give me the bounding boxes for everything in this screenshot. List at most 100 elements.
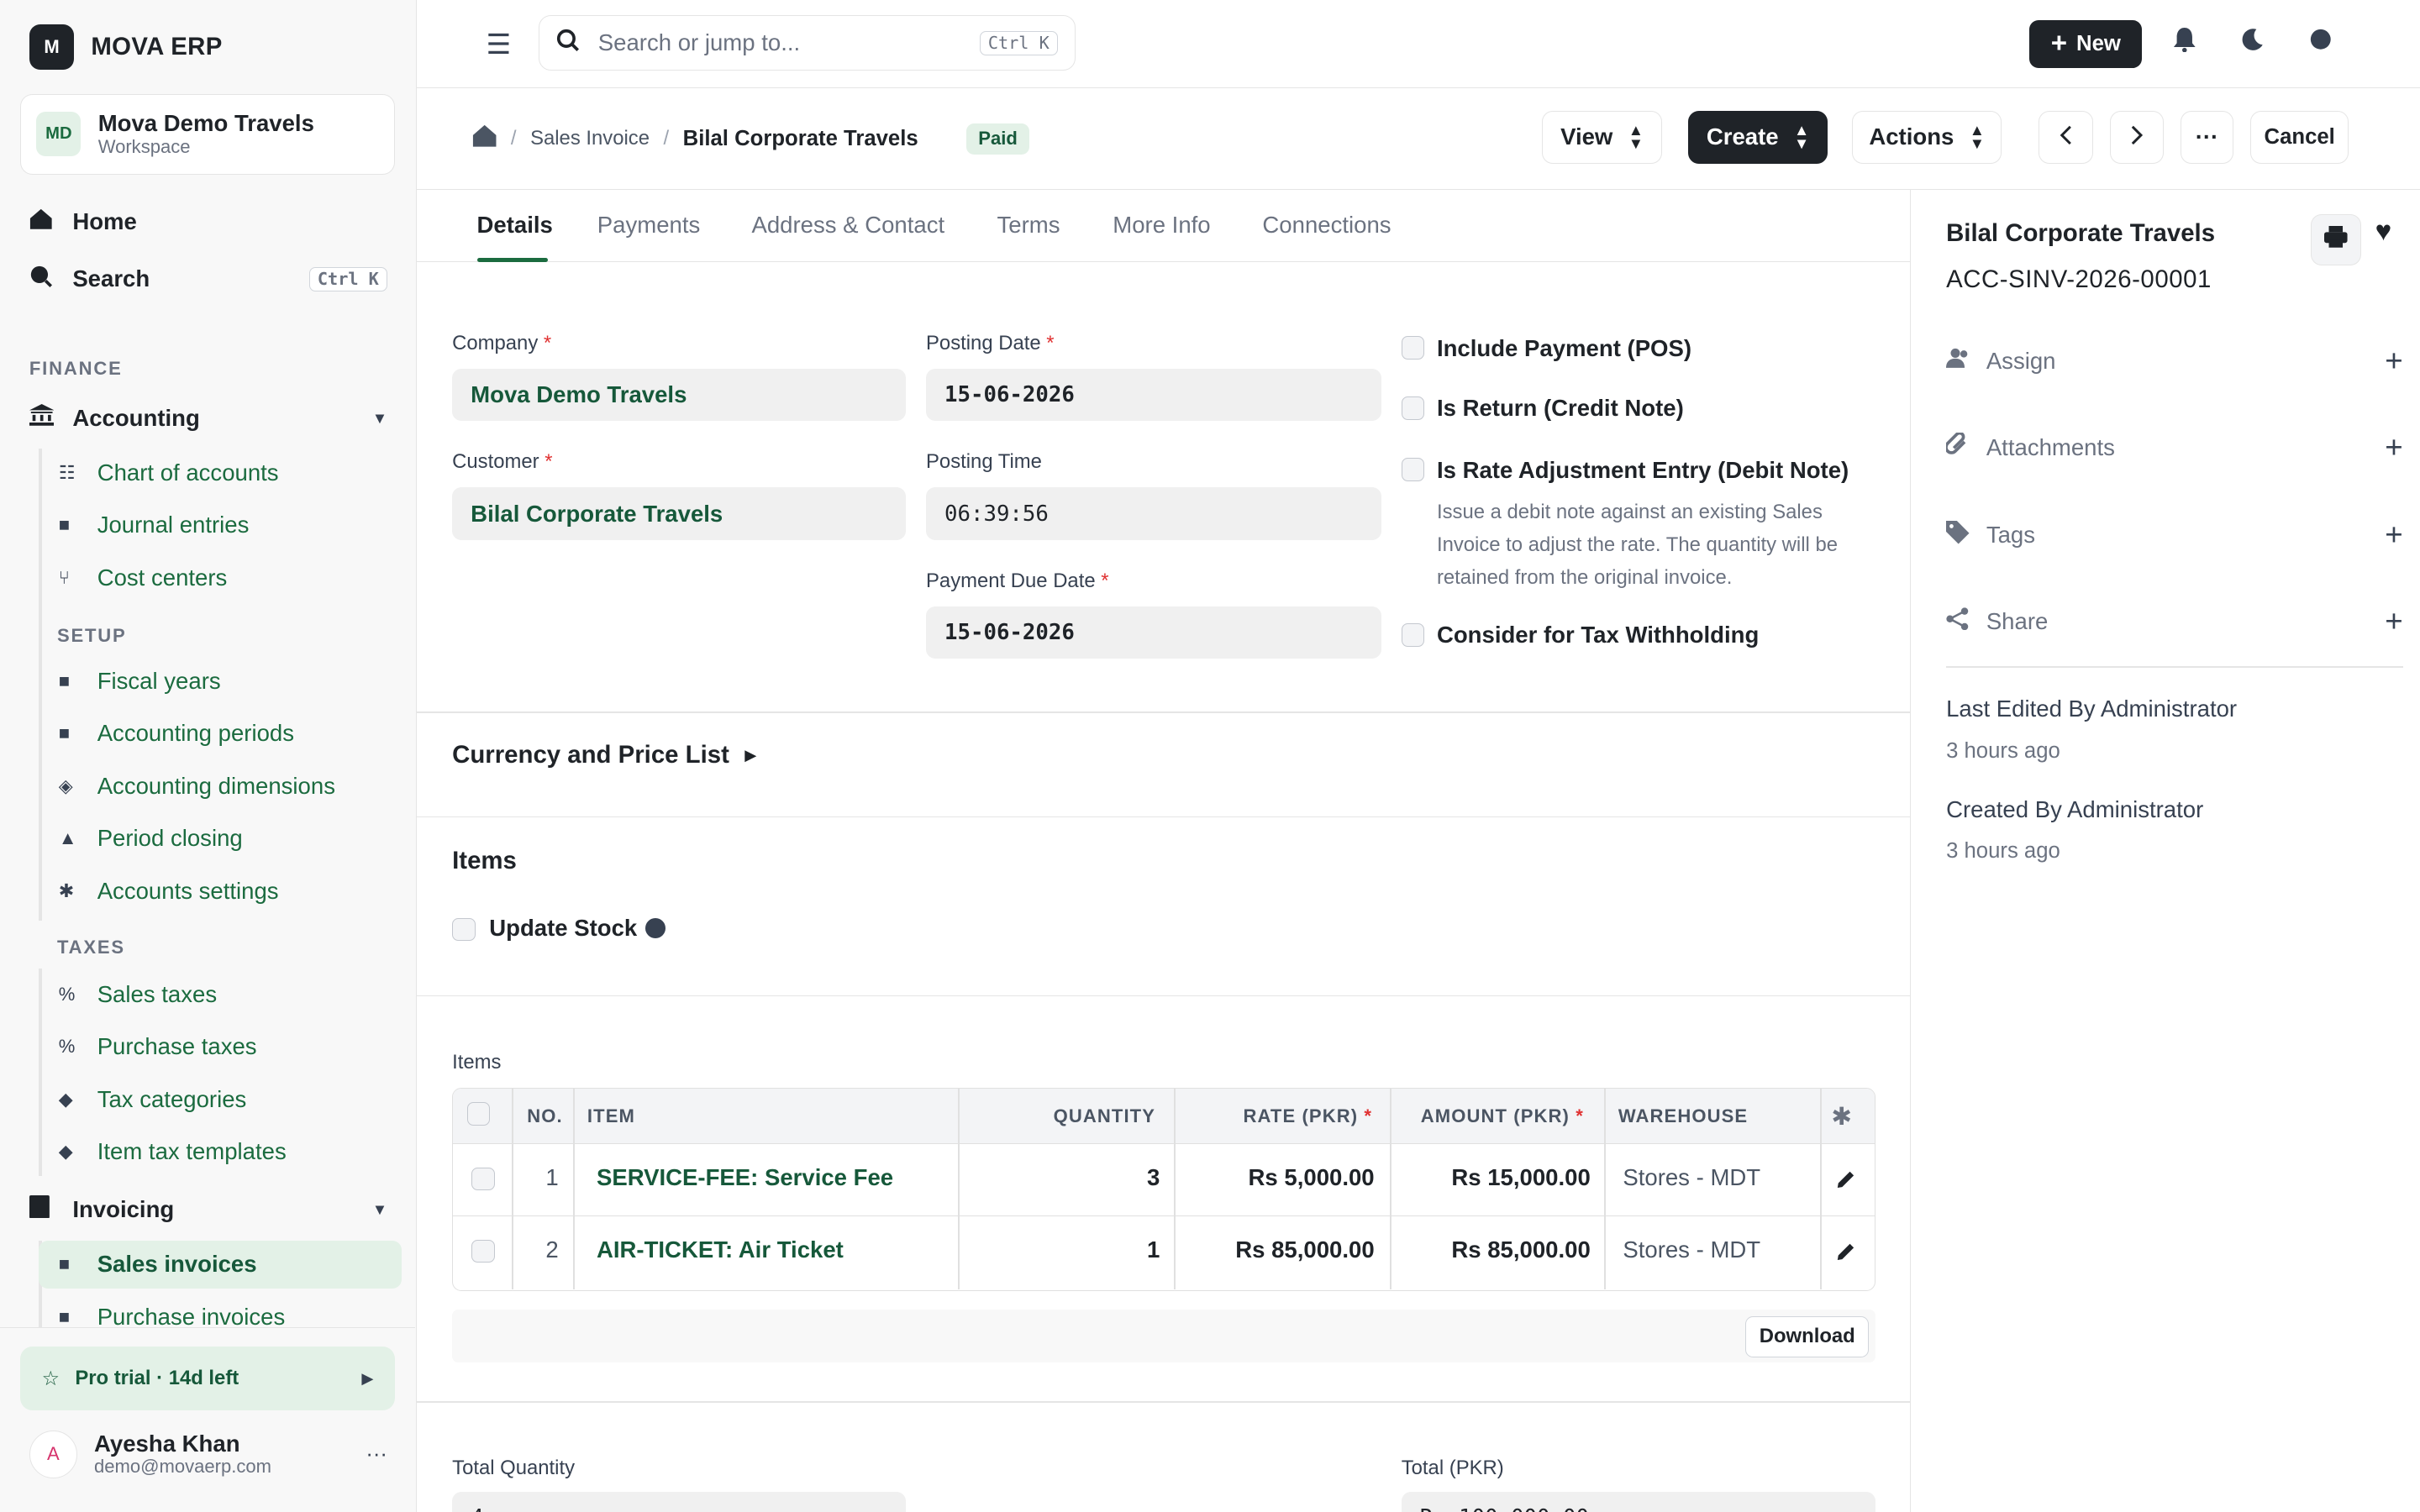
tax-withholding-checkbox[interactable]: [1401, 623, 1425, 647]
currency-section-toggle[interactable]: Currency and Price List ▶: [452, 741, 756, 769]
row-checkbox[interactable]: [471, 1239, 495, 1263]
plus-icon[interactable]: +: [2385, 517, 2402, 553]
divider: [416, 711, 1911, 713]
sidebar-item-accounts-settings[interactable]: ✱ Accounts settings: [39, 867, 402, 915]
rate-adjustment-checkbox[interactable]: [1401, 458, 1425, 482]
tab-more-info[interactable]: More Info: [1113, 212, 1210, 239]
chevron-up-down-icon: ▲ ▼: [1793, 120, 1810, 153]
search-icon: [556, 29, 580, 59]
status-badge: Paid: [965, 123, 1030, 155]
gear-icon[interactable]: ✱: [1831, 1102, 1852, 1131]
assign-label: Assign: [1986, 347, 2056, 374]
print-button[interactable]: [2310, 214, 2362, 265]
chevron-up-down-icon: ▲ ▼: [1969, 120, 1985, 153]
row-item[interactable]: AIR-TICKET: Air Ticket: [597, 1236, 844, 1263]
nav-top: Home Search Ctrl K: [29, 202, 387, 317]
search-input[interactable]: Search or jump to... Ctrl K: [539, 15, 1076, 71]
breadcrumb-parent[interactable]: Sales Invoice: [530, 127, 650, 150]
total-label: Total (PKR): [1401, 1456, 1504, 1479]
attachments-row[interactable]: Attachments +: [1944, 428, 2403, 468]
plus-icon[interactable]: +: [2385, 604, 2402, 639]
pro-trial-banner[interactable]: ☆ Pro trial · 14d left ▶: [19, 1347, 396, 1410]
menu-icon[interactable]: ☰: [487, 28, 512, 61]
plus-icon[interactable]: +: [2385, 344, 2402, 379]
posting-time-field[interactable]: 06:39:56: [926, 487, 1381, 540]
tab-connections[interactable]: Connections: [1262, 212, 1391, 239]
sidebar-item-journal-entries[interactable]: ■ Journal entries: [39, 501, 402, 549]
plus-icon[interactable]: +: [2385, 430, 2402, 465]
customer-field[interactable]: Bilal Corporate Travels: [452, 487, 907, 540]
next-button[interactable]: [2109, 111, 2165, 164]
tab-payments[interactable]: Payments: [597, 212, 700, 239]
row-rate[interactable]: Rs 5,000.00: [1249, 1164, 1375, 1191]
sidebar-item-item-tax-templates[interactable]: ◆ Item tax templates: [39, 1128, 402, 1176]
download-button[interactable]: Download: [1745, 1315, 1870, 1358]
bell-icon[interactable]: [2173, 28, 2196, 59]
receipt-icon: ■: [58, 1305, 71, 1327]
workspace-switcher[interactable]: MD Mova Demo Travels Workspace: [19, 94, 396, 175]
sidebar-item-fiscal-years[interactable]: ■ Fiscal years: [39, 657, 402, 705]
info-dot-icon[interactable]: [644, 917, 666, 938]
section-taxes: TAXES: [56, 936, 125, 958]
previous-button[interactable]: [2039, 111, 2093, 164]
due-date-field[interactable]: 15-06-2026: [926, 606, 1381, 659]
nav-home[interactable]: Home: [29, 202, 387, 243]
tags-row[interactable]: Tags +: [1946, 515, 2403, 555]
update-stock-checkbox[interactable]: [452, 917, 476, 942]
tab-details[interactable]: Details: [477, 212, 553, 239]
sidebar-item-cost-centers[interactable]: ⑂ Cost centers: [39, 554, 402, 601]
row-no: 1: [545, 1163, 559, 1190]
actions-button[interactable]: Actions ▲ ▼: [1852, 111, 2002, 164]
assign-row[interactable]: Assign +: [1946, 341, 2403, 381]
heart-icon[interactable]: ♥: [2375, 216, 2392, 248]
brand[interactable]: M MOVA ERP: [29, 24, 223, 70]
cancel-button[interactable]: Cancel: [2249, 111, 2349, 164]
posting-date-label: Posting Date *: [926, 331, 1055, 354]
more-icon[interactable]: ···: [366, 1442, 387, 1467]
sidebar-item-tax-categories[interactable]: ◆ Tax categories: [39, 1075, 402, 1123]
posting-date-field[interactable]: 15-06-2026: [926, 368, 1381, 422]
user-menu[interactable]: A Ayesha Khan demo@movaerp.com ···: [29, 1430, 387, 1478]
group-invoicing[interactable]: Invoicing ▼: [29, 1191, 387, 1228]
table-row[interactable]: 1 SERVICE-FEE: Service Fee 3 Rs 5,000.00…: [453, 1144, 1875, 1217]
sidebar-item-chart-of-accounts[interactable]: ☷ Chart of accounts: [39, 449, 402, 496]
create-button[interactable]: Create ▲ ▼: [1688, 111, 1828, 164]
home-icon[interactable]: [472, 124, 497, 154]
tab-terms[interactable]: Terms: [997, 212, 1060, 239]
view-button-label: View: [1560, 123, 1613, 150]
edit-icon[interactable]: [1836, 1168, 1856, 1196]
topbar: ☰ Search or jump to... Ctrl K + New: [416, 0, 2420, 88]
row-qty[interactable]: 1: [1147, 1236, 1160, 1263]
sidebar-item-accounting-periods[interactable]: ■ Accounting periods: [39, 710, 402, 758]
workspace-subtitle: Workspace: [97, 135, 191, 157]
more-button[interactable]: ···: [2181, 111, 2233, 164]
group-accounting[interactable]: Accounting ▼: [29, 400, 387, 437]
book-open-icon: ■: [58, 514, 71, 536]
nav-search[interactable]: Search Ctrl K: [29, 260, 387, 300]
pos-checkbox[interactable]: [1401, 336, 1425, 360]
return-checkbox[interactable]: [1401, 396, 1425, 420]
company-field[interactable]: Mova Demo Travels: [452, 368, 907, 422]
new-button[interactable]: + New: [2029, 19, 2143, 68]
sidebar-item-accounting-dimensions[interactable]: ◈ Accounting dimensions: [39, 762, 402, 810]
row-qty[interactable]: 3: [1147, 1164, 1160, 1191]
row-rate[interactable]: Rs 85,000.00: [1235, 1236, 1374, 1263]
sidebar-item-purchase-taxes[interactable]: % Purchase taxes: [39, 1023, 402, 1071]
edit-icon[interactable]: [1836, 1240, 1856, 1268]
share-row[interactable]: Share +: [1946, 601, 2403, 642]
table-row[interactable]: 2 AIR-TICKET: Air Ticket 1 Rs 85,000.00 …: [453, 1216, 1874, 1289]
row-item[interactable]: SERVICE-FEE: Service Fee: [597, 1164, 893, 1191]
select-all-checkbox[interactable]: [466, 1102, 491, 1126]
view-button[interactable]: View ▲ ▼: [1541, 111, 1663, 164]
moon-icon[interactable]: [2241, 28, 2265, 58]
row-checkbox[interactable]: [471, 1167, 495, 1191]
chevron-up-down-icon: ▲ ▼: [1628, 120, 1644, 153]
status-dot-icon[interactable]: [2309, 28, 2333, 58]
sidebar-item-period-closing[interactable]: ▲ Period closing: [39, 815, 402, 863]
tab-address-contact[interactable]: Address & Contact: [751, 212, 944, 239]
sidebar-item-sales-invoices[interactable]: ■ Sales invoices: [38, 1240, 402, 1289]
row-warehouse[interactable]: Stores - MDT: [1623, 1164, 1760, 1191]
row-warehouse[interactable]: Stores - MDT: [1623, 1236, 1760, 1263]
sidebar-item-sales-taxes[interactable]: % Sales taxes: [39, 970, 402, 1018]
chevron-right-icon: ▶: [361, 1369, 374, 1388]
